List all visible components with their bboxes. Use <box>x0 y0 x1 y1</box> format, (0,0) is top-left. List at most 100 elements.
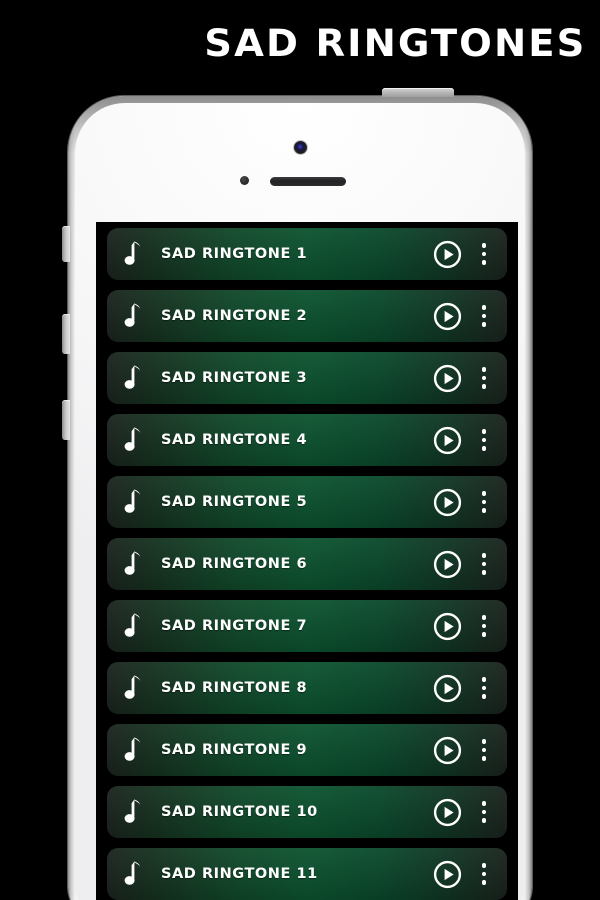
kebab-dot <box>481 561 487 567</box>
kebab-dot <box>481 553 487 558</box>
volume-up-button[interactable] <box>62 314 70 354</box>
phone-screen: SAD RINGTONE 1 SAD RINGTONE 2 SAD RINGTO… <box>96 222 518 900</box>
ringtone-row[interactable]: SAD RINGTONE 9 <box>107 724 507 776</box>
ringtone-label: SAD RINGTONE 8 <box>161 680 308 696</box>
music-note-icon <box>121 425 145 455</box>
kebab-dot <box>481 375 487 381</box>
ringtone-label: SAD RINGTONE 11 <box>161 866 318 882</box>
ringtone-label: SAD RINGTONE 4 <box>161 432 308 448</box>
kebab-menu-icon[interactable] <box>474 239 494 269</box>
kebab-menu-icon[interactable] <box>474 797 494 827</box>
music-note-icon <box>121 363 145 393</box>
music-note-icon <box>121 239 145 269</box>
silent-switch[interactable] <box>62 226 70 262</box>
kebab-menu-icon[interactable] <box>474 611 494 641</box>
power-button[interactable] <box>382 88 454 97</box>
kebab-dot <box>481 384 487 389</box>
ringtone-list[interactable]: SAD RINGTONE 1 SAD RINGTONE 2 SAD RINGTO… <box>96 222 518 900</box>
kebab-menu-icon[interactable] <box>474 487 494 517</box>
music-note-icon <box>121 735 145 765</box>
play-button[interactable] <box>433 240 462 269</box>
kebab-menu-icon[interactable] <box>474 549 494 579</box>
kebab-dot <box>481 437 487 443</box>
kebab-dot <box>481 446 487 451</box>
ringtone-label: SAD RINGTONE 7 <box>161 618 308 634</box>
kebab-dot <box>481 251 487 257</box>
ringtone-label: SAD RINGTONE 1 <box>161 246 308 262</box>
kebab-dot <box>481 863 487 868</box>
volume-down-button[interactable] <box>62 400 70 440</box>
music-note-icon <box>121 611 145 641</box>
ringtone-row[interactable]: SAD RINGTONE 7 <box>107 600 507 652</box>
kebab-dot <box>481 615 487 620</box>
proximity-sensor-icon <box>240 176 249 185</box>
kebab-dot <box>481 747 487 753</box>
ringtone-row[interactable]: SAD RINGTONE 4 <box>107 414 507 466</box>
kebab-menu-icon[interactable] <box>474 301 494 331</box>
kebab-dot <box>481 322 487 327</box>
front-camera-icon <box>293 141 307 154</box>
play-button[interactable] <box>433 426 462 455</box>
play-button[interactable] <box>433 798 462 827</box>
ringtone-row[interactable]: SAD RINGTONE 11 <box>107 848 507 900</box>
banner: SAD RINGTONES <box>0 0 600 86</box>
kebab-dot <box>481 429 487 434</box>
play-button[interactable] <box>433 550 462 579</box>
kebab-dot <box>481 818 487 823</box>
ringtone-label: SAD RINGTONE 3 <box>161 370 308 386</box>
kebab-menu-icon[interactable] <box>474 735 494 765</box>
kebab-menu-icon[interactable] <box>474 425 494 455</box>
play-button[interactable] <box>433 674 462 703</box>
ringtone-label: SAD RINGTONE 9 <box>161 742 308 758</box>
banner-title: SAD RINGTONES <box>203 21 586 65</box>
kebab-menu-icon[interactable] <box>474 363 494 393</box>
kebab-dot <box>481 367 487 372</box>
screenshot-root: SAD RINGTONES SAD RINGTONE 1 SAD RINGTON… <box>0 0 600 900</box>
ringtone-row[interactable]: SAD RINGTONE 1 <box>107 228 507 280</box>
kebab-dot <box>481 499 487 505</box>
kebab-dot <box>481 305 487 310</box>
kebab-dot <box>481 243 487 248</box>
ringtone-label: SAD RINGTONE 10 <box>161 804 318 820</box>
kebab-dot <box>481 739 487 744</box>
play-button[interactable] <box>433 612 462 641</box>
kebab-dot <box>481 694 487 699</box>
music-note-icon <box>121 797 145 827</box>
kebab-menu-icon[interactable] <box>474 673 494 703</box>
kebab-dot <box>481 313 487 319</box>
kebab-dot <box>481 809 487 815</box>
music-note-icon <box>121 673 145 703</box>
ringtone-row[interactable]: SAD RINGTONE 3 <box>107 352 507 404</box>
play-button[interactable] <box>433 860 462 889</box>
ringtone-row[interactable]: SAD RINGTONE 8 <box>107 662 507 714</box>
ringtone-row[interactable]: SAD RINGTONE 10 <box>107 786 507 838</box>
kebab-dot <box>481 508 487 513</box>
kebab-menu-icon[interactable] <box>474 859 494 889</box>
music-note-icon <box>121 301 145 331</box>
kebab-dot <box>481 801 487 806</box>
kebab-dot <box>481 677 487 682</box>
kebab-dot <box>481 880 487 885</box>
music-note-icon <box>121 487 145 517</box>
play-button[interactable] <box>433 488 462 517</box>
kebab-dot <box>481 756 487 761</box>
ringtone-row[interactable]: SAD RINGTONE 2 <box>107 290 507 342</box>
music-note-icon <box>121 859 145 889</box>
kebab-dot <box>481 260 487 265</box>
kebab-dot <box>481 623 487 629</box>
kebab-dot <box>481 685 487 691</box>
ringtone-label: SAD RINGTONE 5 <box>161 494 308 510</box>
kebab-dot <box>481 632 487 637</box>
ringtone-row[interactable]: SAD RINGTONE 5 <box>107 476 507 528</box>
music-note-icon <box>121 549 145 579</box>
ringtone-label: SAD RINGTONE 2 <box>161 308 308 324</box>
kebab-dot <box>481 871 487 877</box>
play-button[interactable] <box>433 736 462 765</box>
earpiece-speaker <box>270 177 346 186</box>
ringtone-row[interactable]: SAD RINGTONE 6 <box>107 538 507 590</box>
ringtone-label: SAD RINGTONE 6 <box>161 556 308 572</box>
kebab-dot <box>481 570 487 575</box>
play-button[interactable] <box>433 302 462 331</box>
kebab-dot <box>481 491 487 496</box>
play-button[interactable] <box>433 364 462 393</box>
